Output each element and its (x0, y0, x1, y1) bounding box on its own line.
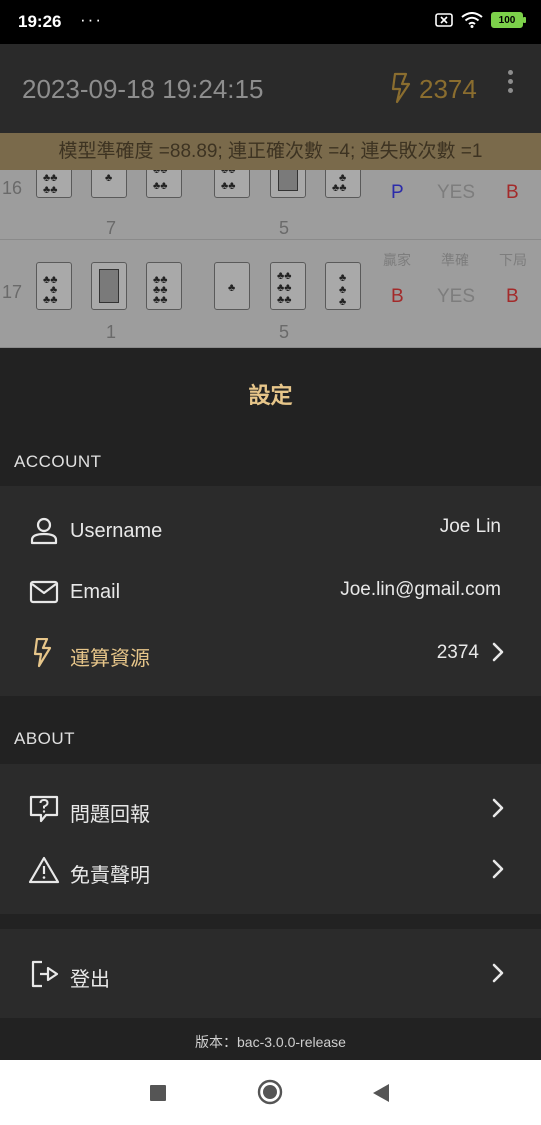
playing-card: ♣ (214, 262, 250, 310)
result-accuracy: YES (437, 286, 476, 307)
logout-panel: 登出 (0, 929, 541, 1018)
model-accuracy-banner: 模型準確度 =88.89; 連正確次數 =4; 連失敗次數 =1 (0, 133, 541, 170)
col-header-next: 下局 (499, 252, 527, 268)
compute-value: 2374 (436, 642, 479, 663)
version-text: 版本：bac-3.0.0-release (0, 1018, 541, 1060)
header-datetime: 2023-09-18 19:24:15 (22, 74, 264, 104)
help-chat-icon (29, 795, 59, 823)
chevron-right-icon (492, 798, 504, 818)
about-section-label: ABOUT (14, 729, 76, 748)
compute-resources-row[interactable]: 運算資源 2374 (0, 624, 541, 680)
playing-card: ♣♣ ♣♣ (214, 170, 250, 198)
result-accuracy: YES (437, 182, 476, 203)
username-label: Username (70, 520, 163, 542)
disclaimer-label: 免責聲明 (70, 865, 150, 887)
banker-total: 7 (106, 218, 117, 238)
logout-row[interactable]: 登出 (0, 945, 541, 1001)
home-icon[interactable] (257, 1079, 283, 1105)
settings-title: 設定 (248, 383, 293, 408)
person-icon (30, 517, 58, 545)
email-label: Email (70, 581, 121, 603)
username-row[interactable]: Username Joe Lin (0, 502, 541, 558)
lightning-icon (391, 72, 411, 104)
playing-card: ♣♣♣♣♣♣ (146, 262, 182, 310)
email-value: Joe.lin@gmail.com (340, 579, 501, 600)
system-nav-bar (0, 1060, 541, 1125)
account-section-label: ACCOUNT (14, 452, 102, 471)
playing-card: ♣ ♣ ♣ (325, 262, 361, 310)
compute-label: 運算資源 (70, 648, 150, 670)
col-header-winner: 贏家 (383, 252, 411, 268)
status-more-dots: ··· (80, 10, 103, 29)
sim-x-icon (435, 13, 453, 27)
col-header-accuracy: 準確 (441, 252, 469, 268)
email-row[interactable]: Email Joe.lin@gmail.com (0, 563, 541, 619)
banker-total: 1 (106, 322, 117, 342)
lightning-icon (33, 638, 52, 668)
row-index: 16 (2, 178, 23, 198)
wifi-icon (461, 12, 483, 28)
disclaimer-row[interactable]: 免責聲明 (0, 841, 541, 897)
battery-icon: 100 (491, 12, 526, 28)
history-list: 16 ♣♣♣♣♣♣ ♣ ♣♣♣♣ ♣♣♣♣ ♣♣♣♣♣ 7 5 贏家 準確 下局… (0, 170, 541, 348)
mail-icon (29, 580, 59, 604)
history-row: 16 ♣♣♣♣♣♣ ♣ ♣♣♣♣ ♣♣♣♣ ♣♣♣♣♣ 7 5 贏家 準確 下局… (0, 170, 541, 240)
status-bar: 19:26 ··· 100 (0, 0, 541, 44)
report-issue-row[interactable]: 問題回報 (0, 780, 541, 836)
player-total: 5 (279, 322, 290, 342)
result-winner: B (391, 286, 404, 307)
playing-card (91, 262, 127, 310)
chevron-right-icon (492, 642, 504, 662)
history-row: 17 ♣♣ ♣ ♣♣ ♣♣ ♣♣ ♣♣ ♣ ♣♣ ♣♣ ♣♣ ♣ ♣ ♣ 1 5 贏家 準確 下… (0, 248, 541, 348)
playing-card: ♣♣♣♣♣ (325, 170, 361, 198)
playing-card: ♣♣♣♣♣♣ (270, 262, 306, 310)
logout-icon (31, 960, 59, 988)
playing-card: ♣♣♣♣♣♣ (36, 170, 72, 198)
report-issue-label: 問題回報 (70, 804, 150, 826)
status-icons: 100 (435, 12, 526, 28)
player-total: 5 (279, 218, 290, 238)
recents-icon[interactable] (149, 1084, 167, 1102)
result-winner: P (391, 182, 404, 203)
status-time: 19:26 (18, 12, 62, 31)
account-panel: Username Joe Lin Email Joe.lin@gmail.com… (0, 486, 541, 696)
app-header: 2023-09-18 19:24:15 2374 (0, 44, 541, 133)
chevron-right-icon (492, 859, 504, 879)
logout-label: 登出 (70, 969, 110, 991)
playing-card: ♣♣ ♣♣ (146, 170, 182, 198)
about-panel: 問題回報 免責聲明 (0, 764, 541, 914)
warning-icon (28, 856, 60, 884)
result-next: B (506, 182, 519, 203)
settings-sheet: 設定 ACCOUNT Username Joe Lin Email Joe.li… (0, 348, 541, 1060)
username-value: Joe Lin (439, 516, 501, 537)
playing-card: ♣ (91, 170, 127, 198)
back-icon[interactable] (372, 1083, 390, 1103)
result-next: B (506, 286, 519, 307)
playing-card (270, 170, 306, 198)
chevron-right-icon (492, 963, 504, 983)
playing-card: ♣♣♣♣♣ (36, 262, 72, 310)
header-credits: 2374 (419, 74, 477, 104)
row-index: 17 (2, 282, 23, 302)
more-vertical-icon[interactable] (500, 70, 520, 100)
